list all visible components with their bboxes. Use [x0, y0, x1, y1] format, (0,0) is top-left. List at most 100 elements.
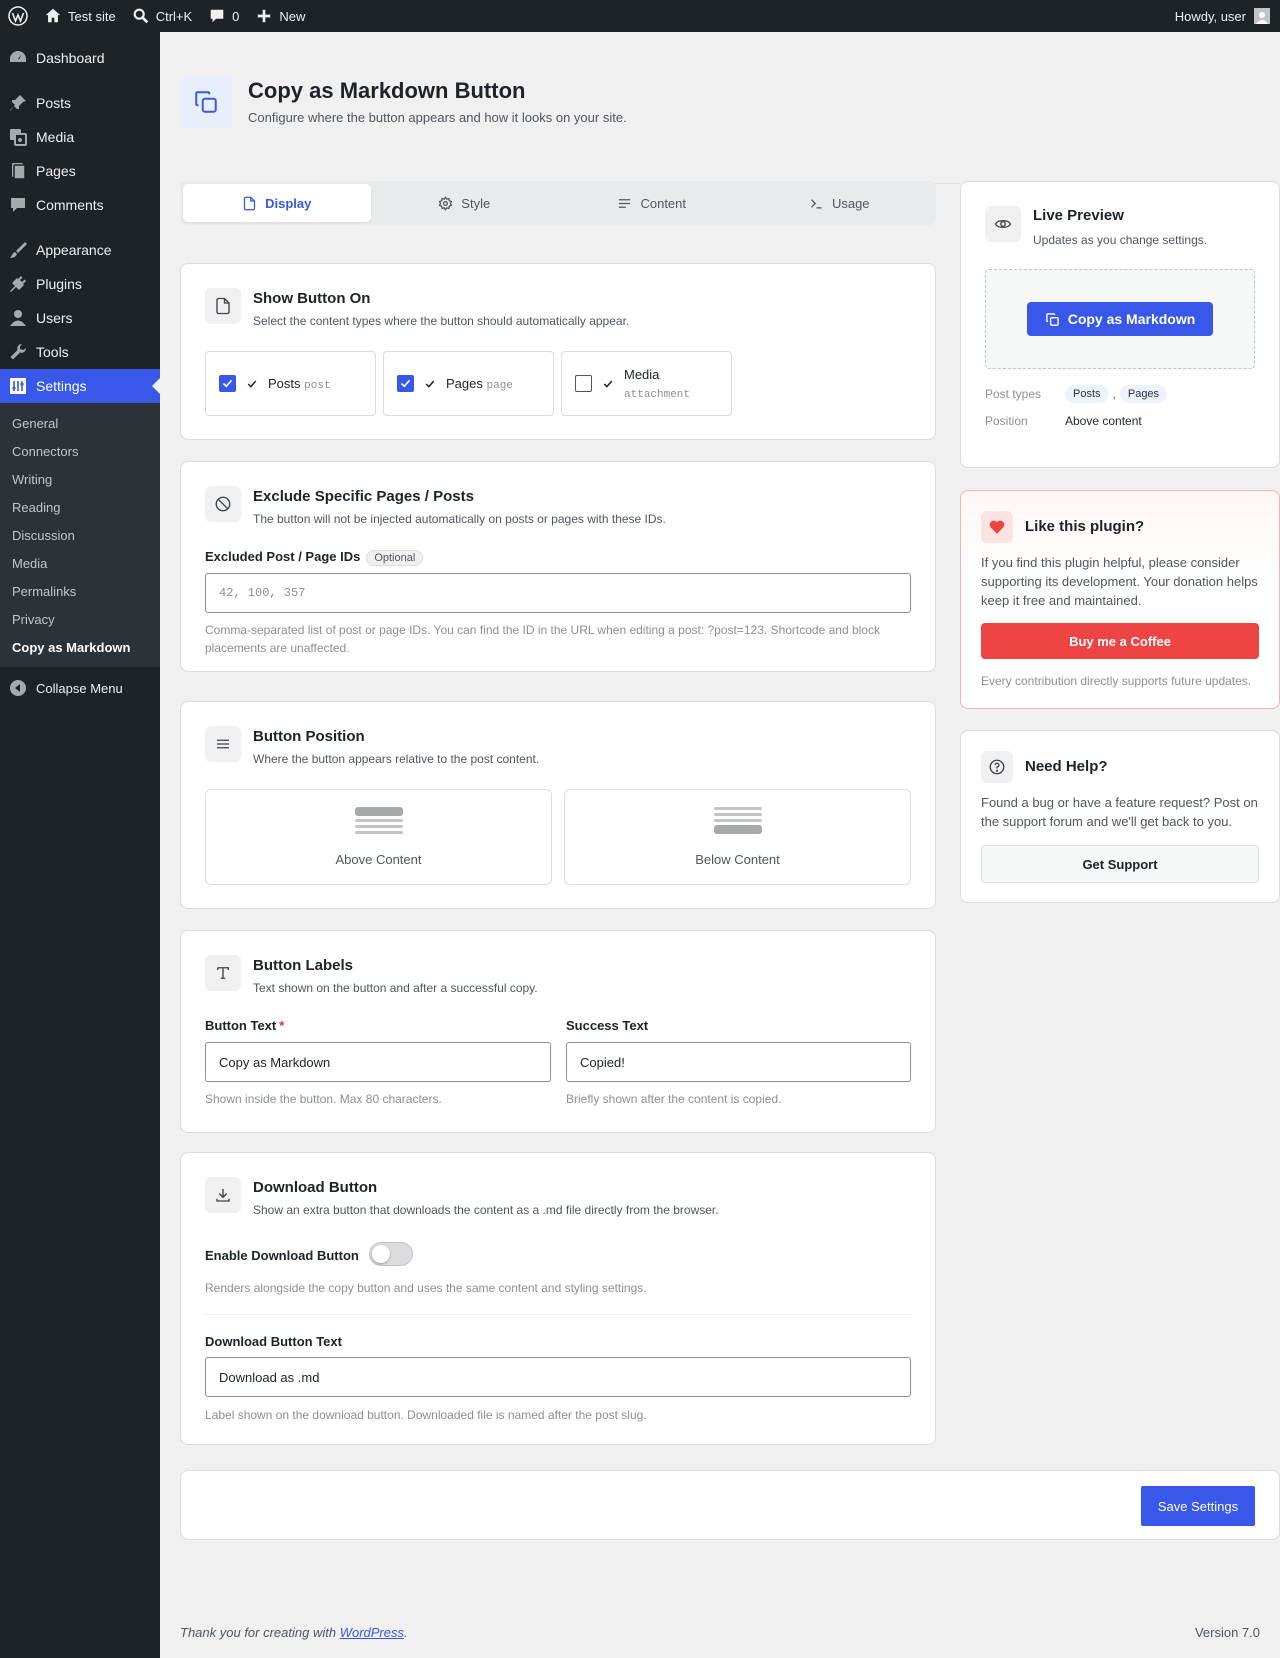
- sidebar-item-pages[interactable]: Pages: [0, 154, 160, 188]
- user-icon: [10, 310, 26, 326]
- settings-submenu: General Connectors Writing Reading Discu…: [0, 403, 160, 667]
- live-preview-card: Live Preview Updates as you change setti…: [960, 181, 1280, 468]
- exclude-card: Exclude Specific Pages / Posts The butto…: [180, 461, 936, 672]
- sidebar-item-plugins[interactable]: Plugins: [0, 267, 160, 301]
- new-content-link[interactable]: New: [247, 0, 313, 32]
- optional-badge: Optional: [366, 550, 424, 566]
- my-account[interactable]: Howdy, user: [1175, 8, 1280, 24]
- copy-icon: [180, 76, 232, 128]
- collapse-arrow-icon: [10, 680, 26, 696]
- option-slug: post: [304, 379, 331, 392]
- footer-thanks-prefix: Thank you for creating with: [180, 1625, 337, 1640]
- sidebar-item-users[interactable]: Users: [0, 301, 160, 335]
- preview-copy-button[interactable]: Copy as Markdown: [1027, 302, 1213, 336]
- submenu-discussion[interactable]: Discussion: [0, 521, 160, 549]
- post-type-option-pages[interactable]: Pages page: [383, 351, 554, 416]
- download-text-input[interactable]: Download as .md: [205, 1357, 911, 1397]
- card-title: Exclude Specific Pages / Posts: [253, 488, 474, 505]
- wrench-icon: [10, 343, 27, 360]
- home-icon: [45, 8, 61, 23]
- position-value: Above content: [1065, 414, 1142, 428]
- plus-icon: [258, 9, 271, 23]
- show-button-on-card: Show Button On Select the content types …: [180, 263, 936, 440]
- submenu-privacy[interactable]: Privacy: [0, 605, 160, 633]
- sidebar-item-tools[interactable]: Tools: [0, 335, 160, 369]
- card-subtitle: Select the content types where the butto…: [253, 314, 630, 328]
- option-label: Media: [624, 366, 660, 382]
- tab-content[interactable]: Content: [558, 184, 746, 222]
- search-icon: [133, 8, 148, 24]
- download-text-help: Label shown on the download button. Down…: [205, 1408, 647, 1422]
- search-command[interactable]: Ctrl+K: [124, 0, 200, 32]
- get-support-button[interactable]: Get Support: [981, 845, 1259, 883]
- submenu-permalinks[interactable]: Permalinks: [0, 577, 160, 605]
- sidebar-item-dashboard[interactable]: Dashboard: [0, 41, 160, 75]
- button-text-label: Button Text *: [205, 1018, 284, 1033]
- save-settings-button[interactable]: Save Settings: [1141, 1486, 1255, 1526]
- tab-style[interactable]: Style: [371, 184, 559, 222]
- page-title: Copy as Markdown Button: [248, 78, 526, 103]
- submenu-media[interactable]: Media: [0, 549, 160, 577]
- help-body: Found a bug or have a feature request? P…: [981, 795, 1258, 829]
- site-name-link[interactable]: Test site: [36, 0, 124, 32]
- sidebar-item-comments[interactable]: Comments: [0, 188, 160, 222]
- plugin-icon: [10, 276, 26, 292]
- comments-icon: [11, 198, 25, 212]
- sidebar-label: Dashboard: [36, 50, 105, 66]
- card-title: Like this plugin?: [1025, 518, 1145, 535]
- button-position-card: Button Position Where the button appears…: [180, 701, 936, 909]
- collapse-menu-button[interactable]: Collapse Menu: [0, 671, 160, 705]
- check-icon: [247, 380, 257, 388]
- submenu-writing[interactable]: Writing: [0, 465, 160, 493]
- tab-display[interactable]: Display: [183, 184, 371, 222]
- settings-tabs: Display Style Content Usage: [180, 181, 936, 225]
- eye-icon: [985, 206, 1021, 242]
- footer-thanks-suffix: .: [404, 1625, 408, 1640]
- submenu-connectors[interactable]: Connectors: [0, 437, 160, 465]
- post-type-pill: Pages: [1119, 385, 1168, 403]
- gear-icon: [439, 195, 453, 211]
- submenu-copy-as-markdown[interactable]: Copy as Markdown: [0, 633, 160, 661]
- excluded-ids-input[interactable]: 42, 100, 357: [205, 573, 911, 613]
- sidebar-item-settings[interactable]: Settings: [0, 369, 160, 403]
- checkbox[interactable]: [575, 375, 592, 392]
- button-text-input[interactable]: Copy as Markdown: [205, 1042, 551, 1082]
- excluded-ids-help: Comma-separated list of post or page IDs…: [205, 623, 880, 655]
- position-option-below[interactable]: Below Content: [564, 789, 911, 885]
- submenu-reading[interactable]: Reading: [0, 493, 160, 521]
- checkbox[interactable]: [397, 375, 414, 392]
- sidebar-item-posts[interactable]: Posts: [0, 86, 160, 120]
- tab-label: Style: [461, 195, 491, 211]
- field-label-text: Excluded Post / Page IDs: [205, 549, 361, 564]
- need-help-card: Need Help? Found a bug or have a feature…: [960, 730, 1280, 903]
- field-label-text: Button Text: [205, 1018, 277, 1033]
- post-type-option-posts[interactable]: Posts post: [205, 351, 376, 416]
- sidebar-item-media[interactable]: Media: [0, 120, 160, 154]
- tab-usage[interactable]: Usage: [746, 184, 934, 222]
- option-slug: attachment: [624, 388, 691, 401]
- buy-me-a-coffee-button[interactable]: Buy me a Coffee: [981, 623, 1259, 659]
- enable-download-help: Renders alongside the copy button and us…: [205, 1281, 647, 1295]
- post-type-option-media[interactable]: Media attachment: [561, 351, 732, 416]
- option-label: Above Content: [335, 852, 422, 867]
- wordpress-logo-icon[interactable]: [0, 0, 36, 32]
- question-icon: [981, 751, 1013, 783]
- save-bar: Save Settings: [180, 1470, 1280, 1540]
- page-header: Copy as Markdown Button Configure where …: [180, 76, 1280, 184]
- sidebar-label: Pages: [36, 163, 76, 179]
- submenu-general[interactable]: General: [0, 409, 160, 437]
- pin-icon: [10, 95, 26, 111]
- comments-link[interactable]: 0: [200, 0, 247, 32]
- success-text-input[interactable]: Copied!: [566, 1042, 911, 1082]
- sidebar-item-appearance[interactable]: Appearance: [0, 233, 160, 267]
- card-title: Show Button On: [253, 290, 371, 307]
- position-option-above[interactable]: Above Content: [205, 789, 552, 885]
- footer-version: Version 7.0: [1194, 1625, 1260, 1640]
- settings-sliders-icon: [10, 378, 26, 394]
- enable-download-toggle[interactable]: [369, 1242, 413, 1266]
- excluded-ids-label: Excluded Post / Page IDs Optional: [205, 549, 424, 566]
- wordpress-link[interactable]: WordPress: [340, 1625, 404, 1640]
- checkbox[interactable]: [219, 375, 236, 392]
- admin-bar: Test site Ctrl+K 0 New Howdy, user: [0, 0, 1280, 32]
- admin-sidebar: Dashboard Posts Media Pages Comments App…: [0, 32, 160, 1658]
